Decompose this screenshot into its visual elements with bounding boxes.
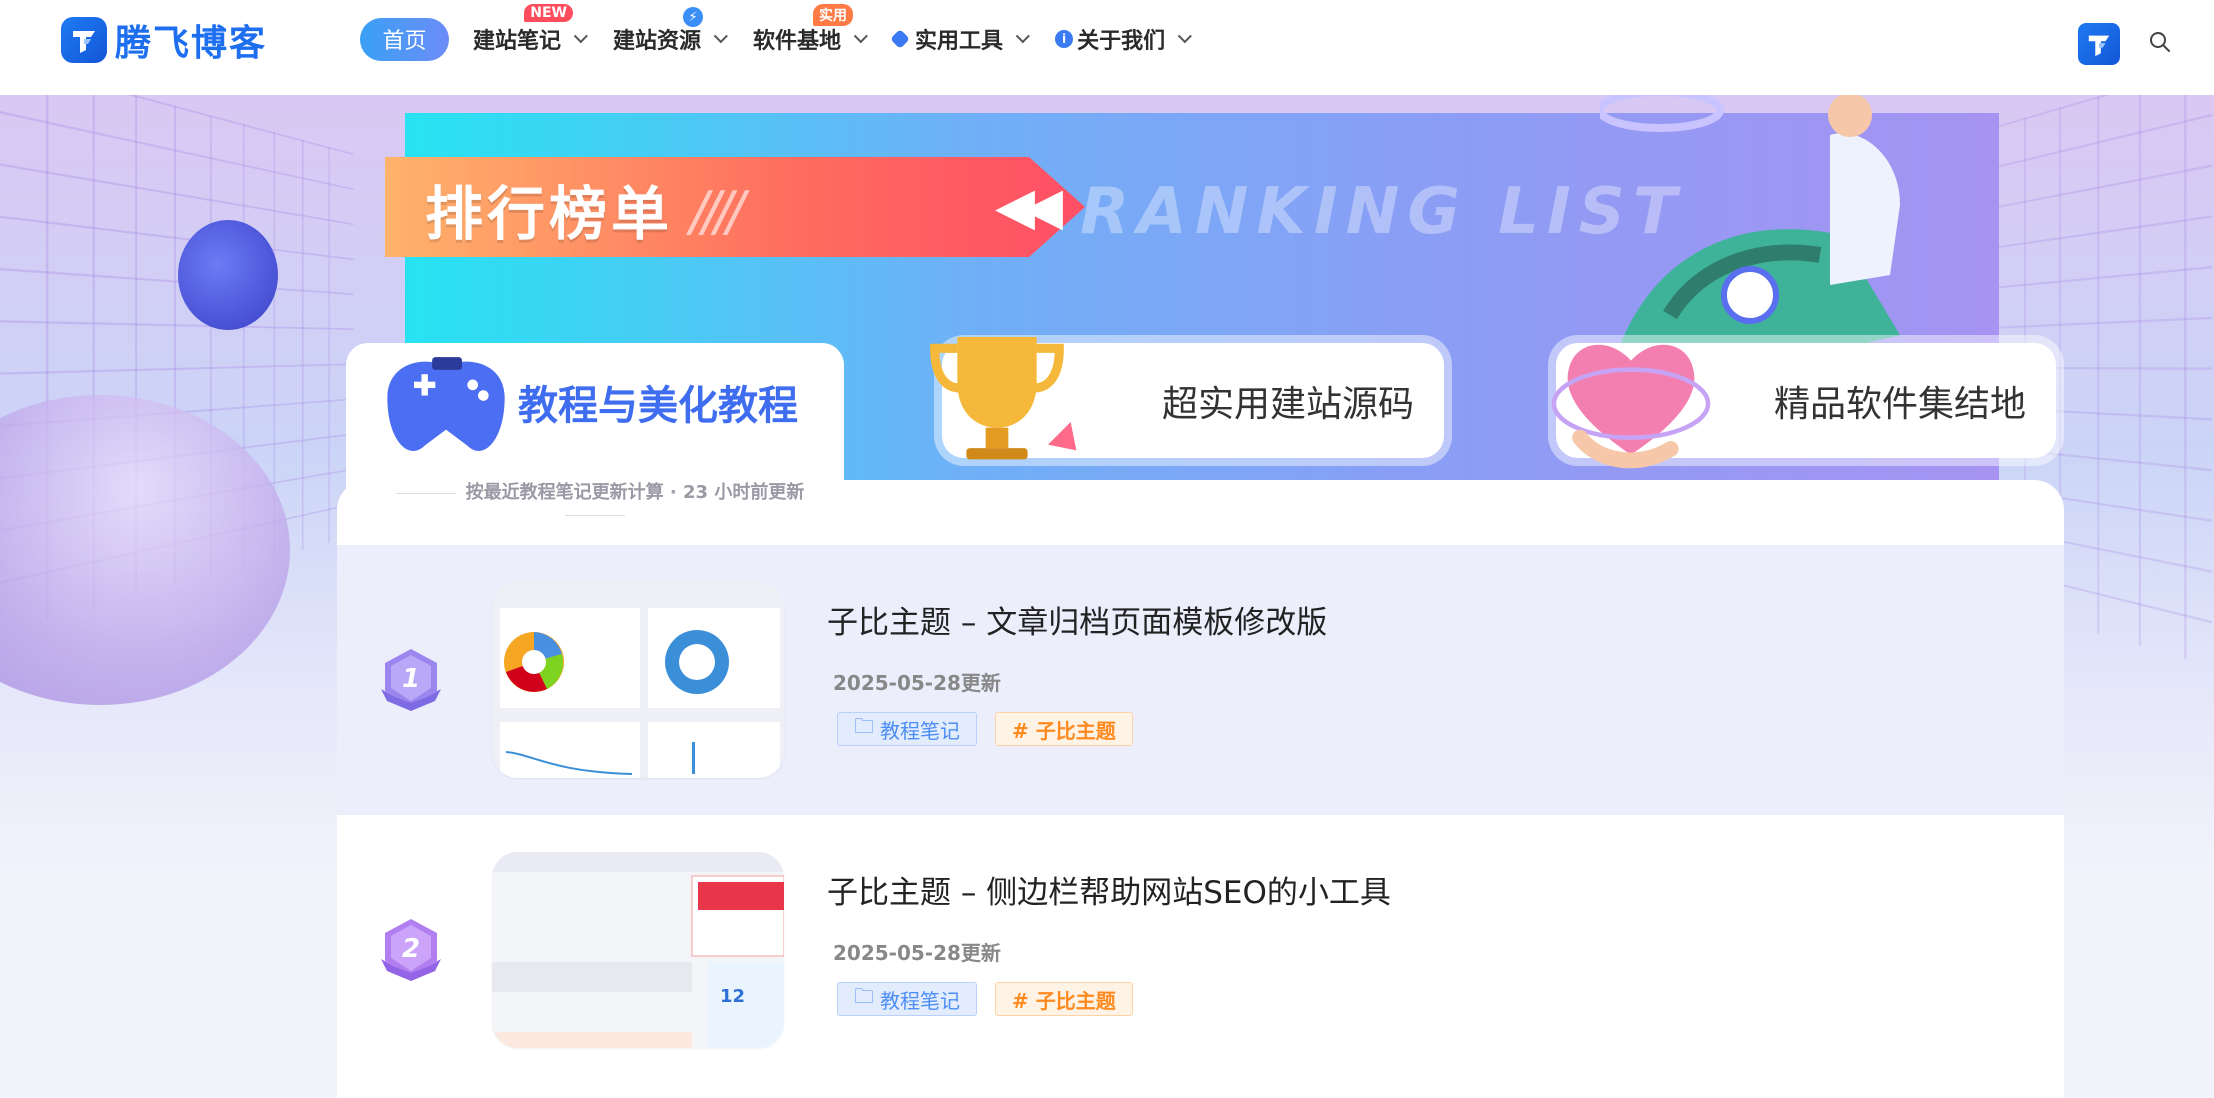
chevron-down-icon [573,29,588,44]
category-label: 超实用建站源码 [1161,383,1414,425]
ranking-note: 按最近教程笔记更新计算 · 23 小时前更新 [346,478,844,525]
category-tag-label: 教程笔记 [880,718,960,743]
rewind-icon: ◀◀ [995,177,1063,237]
category-tag[interactable]: 🗀 教程笔记 [837,712,977,746]
folder-icon: 🗀 [854,984,874,1008]
article-thumbnail[interactable]: 12 [492,852,784,1048]
gamepad-icon [387,357,505,451]
article-date: 2025-05-28更新 [833,941,1001,965]
nav-item-tools[interactable]: 实用工具 [890,23,1030,55]
search-icon[interactable] [2148,30,2172,54]
nav-item-label: 建站资源 [613,29,702,54]
brand-logo-icon [61,17,107,63]
nav-item-about[interactable]: i 关于我们 [1055,23,1192,55]
info-icon: i [1055,30,1074,48]
banner-slashes-decor: //// [690,180,745,243]
nav-item-label: 实用工具 [915,29,1004,54]
chevron-down-icon [853,29,868,44]
article-title[interactable]: 子比主题 – 文章归档页面模板修改版 [827,597,1327,642]
nav-home[interactable]: 首页 [360,17,449,61]
nav-item-label: 建站笔记 [473,29,562,54]
category-card-software[interactable]: 精品软件集结地 [1551,343,2056,469]
chevron-down-icon [713,29,728,44]
new-badge: NEW [524,4,574,22]
ranking-row[interactable]: 1 子比主题 – 文章归档页面模板修改版 2025-05-28更新 🗀 教程笔记… [337,545,2064,815]
nav-item-site-resources[interactable]: 建站资源 ⚡ [613,7,728,55]
practical-badge: 实用 [813,4,854,26]
category-tag[interactable]: 🗀 教程笔记 [837,982,977,1016]
brand-name: 腾飞博客 [115,23,268,64]
article-date: 2025-05-28更新 [833,671,1001,695]
top-navbar: 腾飞博客 首页 建站笔记 NEW 建站资源 ⚡ 软件基地 实用 实用工具 i 关… [0,0,2214,95]
dashboard-chart-image [492,582,784,778]
rank-2-medal-icon: 2 [381,919,441,981]
topic-tag[interactable]: # 子比主题 [995,712,1133,746]
folder-icon: 🗀 [854,714,874,738]
heart-icon [1551,344,1711,469]
nav-item-software-base[interactable]: 软件基地 实用 [753,4,868,55]
chevron-down-icon [1015,29,1030,44]
lightning-icon: ⚡ [683,7,704,27]
nav-item-site-notes[interactable]: 建站笔记 NEW [473,4,588,55]
brand[interactable]: 腾飞博客 [61,14,267,66]
rank-1-medal-icon: 1 [381,649,441,711]
cube-icon [890,29,910,49]
banner-subtitle-en: RANKING LIST [1080,175,1685,249]
chevron-down-icon [1177,29,1192,44]
nav-item-label: 关于我们 [1077,29,1166,54]
rank-number: 1 [402,664,420,694]
category-label: 教程与美化教程 [518,383,798,429]
decor-sphere [178,220,278,330]
banner-title: 排行榜单 [425,180,674,248]
svg-text:12: 12 [720,986,745,1007]
article-thumbnail[interactable] [492,582,784,778]
sidebar-widget-image: 12 [492,852,784,1048]
article-title[interactable]: 子比主题 – 侧边栏帮助网站SEO的小工具 [827,867,1391,912]
ranking-row[interactable]: 2 12 子比主题 – 侧边栏帮助网站SEO的小工具 2025-05-28更新 … [337,815,2064,1085]
trophy-icon [930,337,1077,460]
category-card-tutorials[interactable]: 教程与美化教程 [346,343,844,493]
category-label: 精品软件集结地 [1773,383,2026,425]
category-card-source-code[interactable]: 超实用建站源码 [930,337,1444,460]
main-nav: 首页 建站笔记 NEW 建站资源 ⚡ 软件基地 实用 实用工具 i 关于我们 [360,0,1217,78]
topic-tag[interactable]: # 子比主题 [995,982,1133,1016]
nav-item-label: 软件基地 [753,29,842,54]
category-tag-label: 教程笔记 [880,988,960,1013]
rank-number: 2 [402,934,420,964]
user-avatar[interactable] [2078,23,2120,65]
